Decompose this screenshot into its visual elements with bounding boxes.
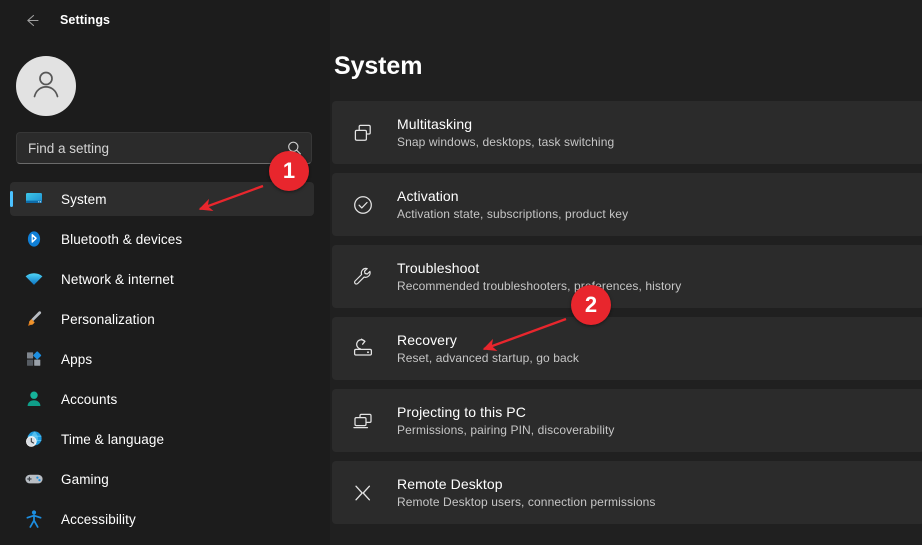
row-subtitle: Snap windows, desktops, task switching (397, 135, 614, 149)
avatar-container (0, 40, 330, 116)
check-circle-icon (350, 192, 376, 218)
sidebar-item-time-language[interactable]: Time & language (10, 422, 314, 456)
bluetooth-icon (24, 229, 44, 249)
settings-row-multitasking[interactable]: Multitasking Snap windows, desktops, tas… (332, 101, 922, 164)
sidebar-item-label: Apps (61, 352, 92, 367)
sidebar-item-label: Time & language (61, 432, 164, 447)
sidebar: Settings (0, 0, 330, 545)
user-avatar-icon (27, 65, 65, 108)
wifi-icon (24, 269, 44, 289)
row-title: Projecting to this PC (397, 404, 615, 420)
search-icon[interactable] (287, 141, 302, 156)
row-title: Activation (397, 188, 628, 204)
row-subtitle: Permissions, pairing PIN, discoverabilit… (397, 423, 615, 437)
back-button[interactable] (16, 5, 46, 35)
windows-stack-icon (350, 120, 376, 146)
sidebar-item-accessibility[interactable]: Accessibility (10, 502, 314, 536)
avatar[interactable] (16, 56, 76, 116)
app-title: Settings (60, 13, 110, 27)
accessibility-icon (24, 509, 44, 529)
sidebar-item-label: Accessibility (61, 512, 136, 527)
row-title: Remote Desktop (397, 476, 656, 492)
search-box[interactable] (16, 132, 312, 164)
monitor-icon (24, 189, 44, 209)
sidebar-item-label: Personalization (61, 312, 155, 327)
sidebar-item-system[interactable]: System (10, 182, 314, 216)
project-screen-icon (350, 408, 376, 434)
sidebar-item-gaming[interactable]: Gaming (10, 462, 314, 496)
page-title: System (332, 0, 922, 81)
settings-row-recovery[interactable]: Recovery Reset, advanced startup, go bac… (332, 317, 922, 380)
wrench-icon (350, 264, 376, 290)
sidebar-item-label: Accounts (61, 392, 117, 407)
sidebar-nav: System Bluetooth & devices (0, 182, 330, 536)
sidebar-item-accounts[interactable]: Accounts (10, 382, 314, 416)
sidebar-item-bluetooth-devices[interactable]: Bluetooth & devices (10, 222, 314, 256)
sidebar-item-label: Bluetooth & devices (61, 232, 182, 247)
row-subtitle: Activation state, subscriptions, product… (397, 207, 628, 221)
recovery-icon (350, 336, 376, 362)
sidebar-item-label: Network & internet (61, 272, 174, 287)
row-subtitle: Reset, advanced startup, go back (397, 351, 579, 365)
settings-window: Settings (0, 0, 922, 545)
back-arrow-icon (23, 12, 40, 29)
search-input[interactable] (28, 141, 281, 156)
settings-row-troubleshoot[interactable]: Troubleshoot Recommended troubleshooters… (332, 245, 922, 308)
row-title: Troubleshoot (397, 260, 681, 276)
sidebar-item-network-internet[interactable]: Network & internet (10, 262, 314, 296)
row-title: Recovery (397, 332, 579, 348)
apps-grid-icon (24, 349, 44, 369)
title-bar: Settings (0, 0, 330, 40)
sidebar-item-personalization[interactable]: Personalization (10, 302, 314, 336)
row-subtitle: Recommended troubleshooters, preferences… (397, 279, 681, 293)
sidebar-item-label: System (61, 192, 107, 207)
gamepad-icon (24, 469, 44, 489)
row-title: Multitasking (397, 116, 614, 132)
paintbrush-icon (24, 309, 44, 329)
settings-row-projecting-to-this-pc[interactable]: Projecting to this PC Permissions, pairi… (332, 389, 922, 452)
settings-row-remote-desktop[interactable]: Remote Desktop Remote Desktop users, con… (332, 461, 922, 524)
main-content: System Multitasking Snap windows, deskto… (330, 0, 922, 545)
search-container (0, 116, 330, 164)
clock-globe-icon (24, 429, 44, 449)
person-icon (24, 389, 44, 409)
row-subtitle: Remote Desktop users, connection permiss… (397, 495, 656, 509)
remote-desktop-icon (350, 480, 376, 506)
sidebar-item-apps[interactable]: Apps (10, 342, 314, 376)
settings-row-activation[interactable]: Activation Activation state, subscriptio… (332, 173, 922, 236)
sidebar-item-label: Gaming (61, 472, 109, 487)
settings-list: Multitasking Snap windows, desktops, tas… (332, 101, 922, 524)
